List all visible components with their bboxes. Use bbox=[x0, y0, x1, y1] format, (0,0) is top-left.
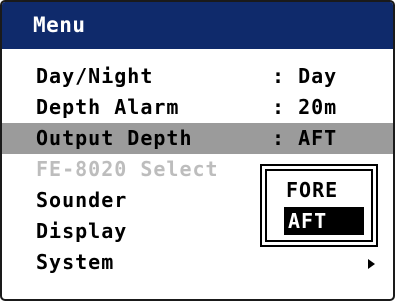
menu-item-value: : 20m bbox=[272, 95, 338, 119]
menu-item-label: FE-8020 Select bbox=[36, 157, 219, 181]
output-depth-options-popup: FORE AFT bbox=[260, 164, 378, 247]
menu-item-day-night[interactable]: Day/Night : Day bbox=[2, 61, 393, 92]
menu-item-label: Output Depth bbox=[36, 126, 193, 150]
menu-item-value: : Day bbox=[272, 64, 338, 88]
menu-window: Menu Day/Night : Day Depth Alarm : 20m O… bbox=[0, 0, 395, 301]
menu-item-label: Day/Night bbox=[36, 64, 154, 88]
menu-item-depth-alarm[interactable]: Depth Alarm : 20m bbox=[2, 92, 393, 123]
menu-item-label: System bbox=[36, 250, 115, 274]
menu-item-label: Sounder bbox=[36, 188, 128, 212]
option-aft[interactable]: AFT bbox=[284, 207, 364, 235]
option-fore[interactable]: FORE bbox=[286, 176, 338, 204]
menu-item-system[interactable]: System bbox=[2, 247, 393, 278]
menu-item-output-depth[interactable]: Output Depth : AFT bbox=[2, 123, 393, 154]
menu-item-label: Display bbox=[36, 219, 128, 243]
menu-item-value: : AFT bbox=[272, 126, 338, 150]
menu-item-label: Depth Alarm bbox=[36, 95, 180, 119]
right-triangle-icon bbox=[368, 259, 375, 269]
menu-title: Menu bbox=[2, 2, 393, 49]
